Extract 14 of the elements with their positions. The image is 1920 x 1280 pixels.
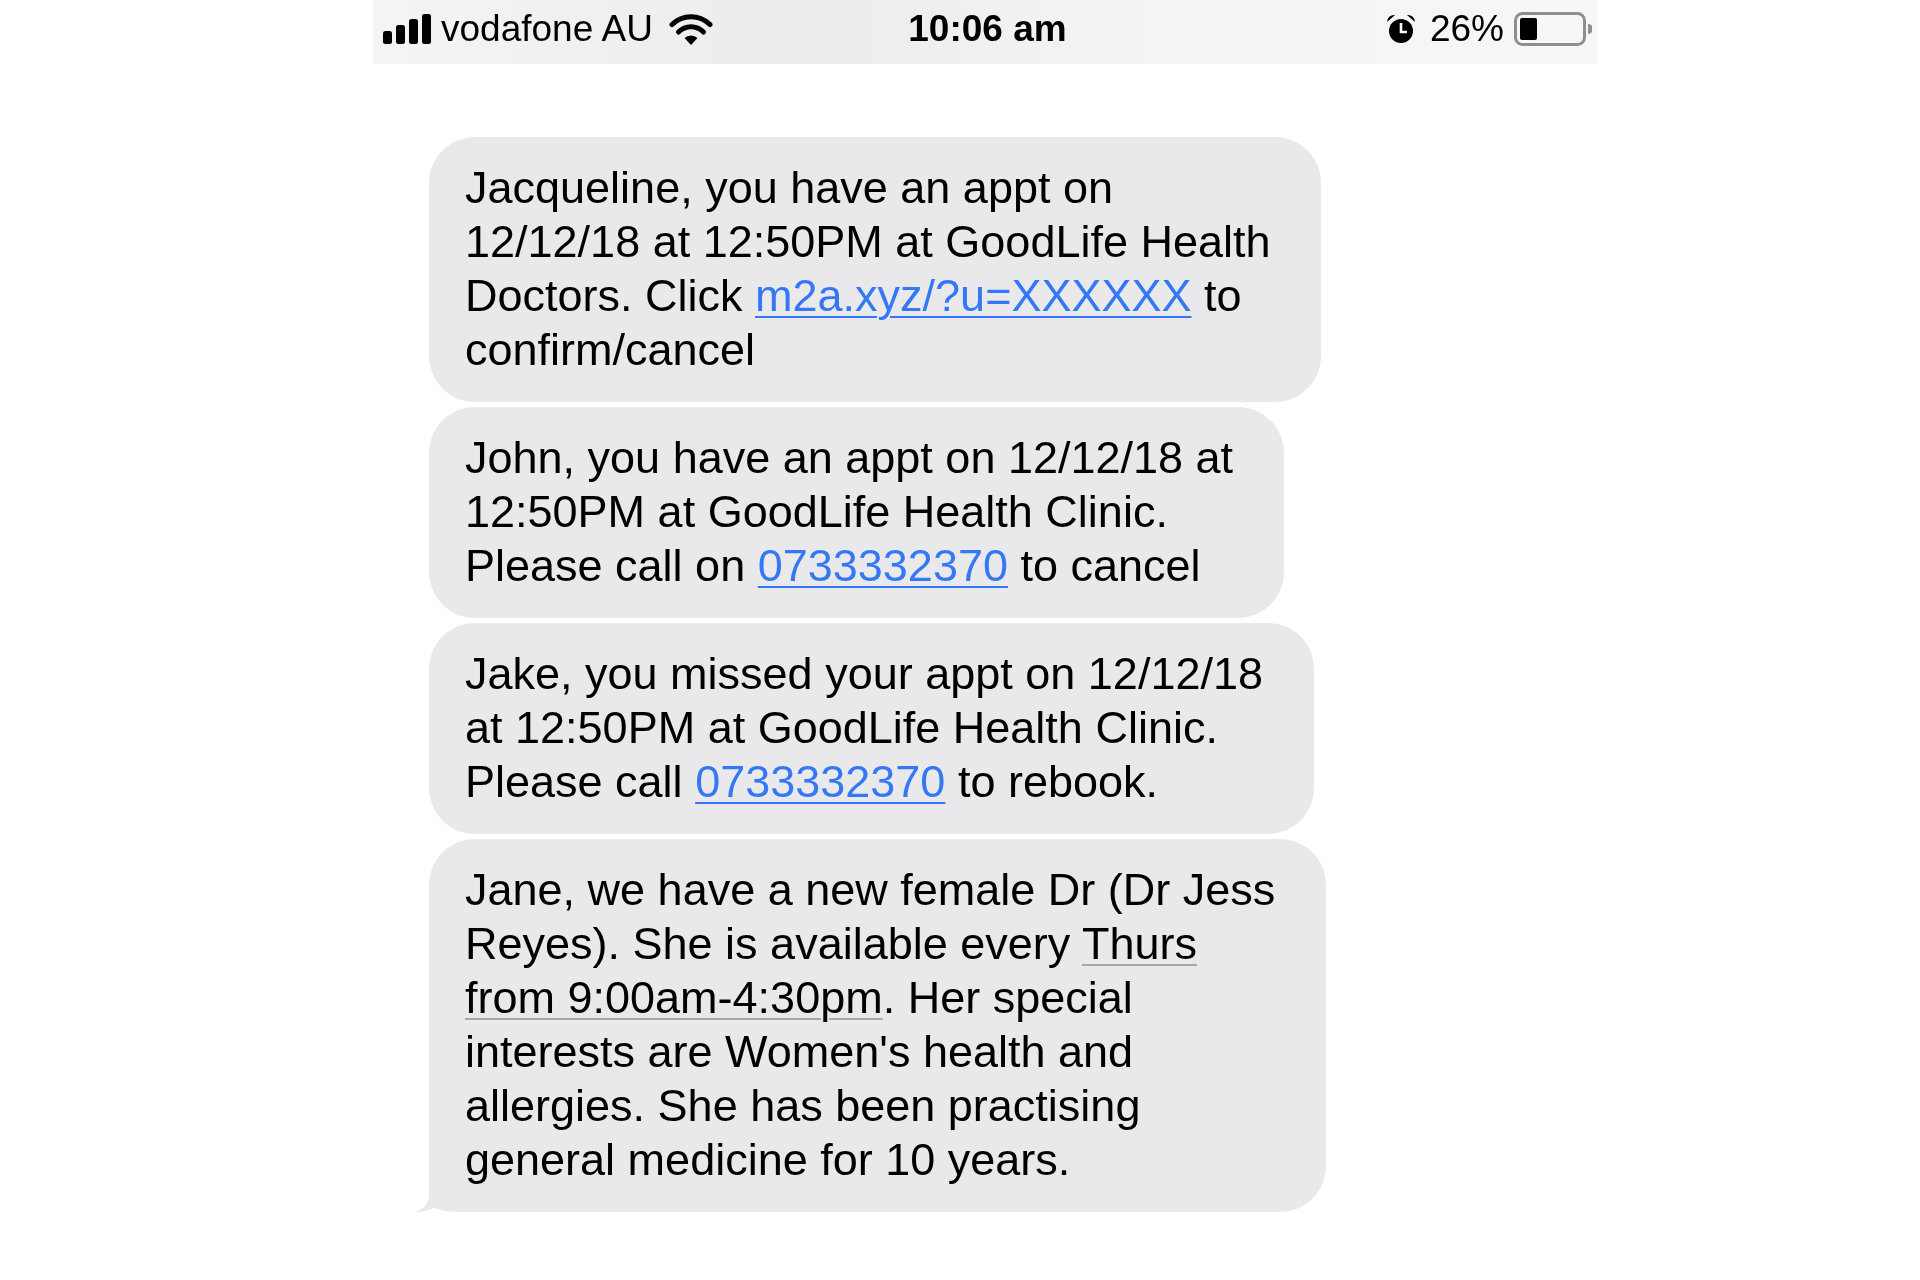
- carrier-name: vodafone AU: [441, 7, 653, 51]
- alarm-clock-icon: [1385, 14, 1416, 44]
- message-text: Jane, we have a new female Dr (Dr Jess Reyes). She is available every Thurs from 9:00am-4:30pm. Her special interests are Women's health and allergies. She has been practising general medicine for 10 years.: [465, 863, 1277, 1187]
- message-text: John, you have an appt on 12/12/18 at 12:50PM at GoodLife Health Clinic. Please call on 0733332370 to cancel: [465, 431, 1235, 593]
- battery-percent: 26%: [1429, 7, 1504, 51]
- message-link[interactable]: m2a.xyz/?u=XXXXXX: [755, 270, 1192, 321]
- clock-time: 10:06 am: [908, 7, 1067, 51]
- message-link[interactable]: 0733332370: [695, 756, 946, 807]
- battery-icon: [1514, 12, 1592, 46]
- message-text: Jacqueline, you have an appt on 12/12/18 at 12:50PM at GoodLife Health Doctors. Click m2a.xyz/?u=XXXXXX to confirm/cancel: [465, 161, 1272, 377]
- message-text: Jake, you missed your appt on 12/12/18 at 12:50PM at GoodLife Health Clinic. Please call 0733332370 to rebook.: [465, 647, 1264, 809]
- wifi-icon: [668, 13, 713, 45]
- signal-icon: [383, 14, 431, 44]
- message-link[interactable]: 0733332370: [757, 540, 1008, 591]
